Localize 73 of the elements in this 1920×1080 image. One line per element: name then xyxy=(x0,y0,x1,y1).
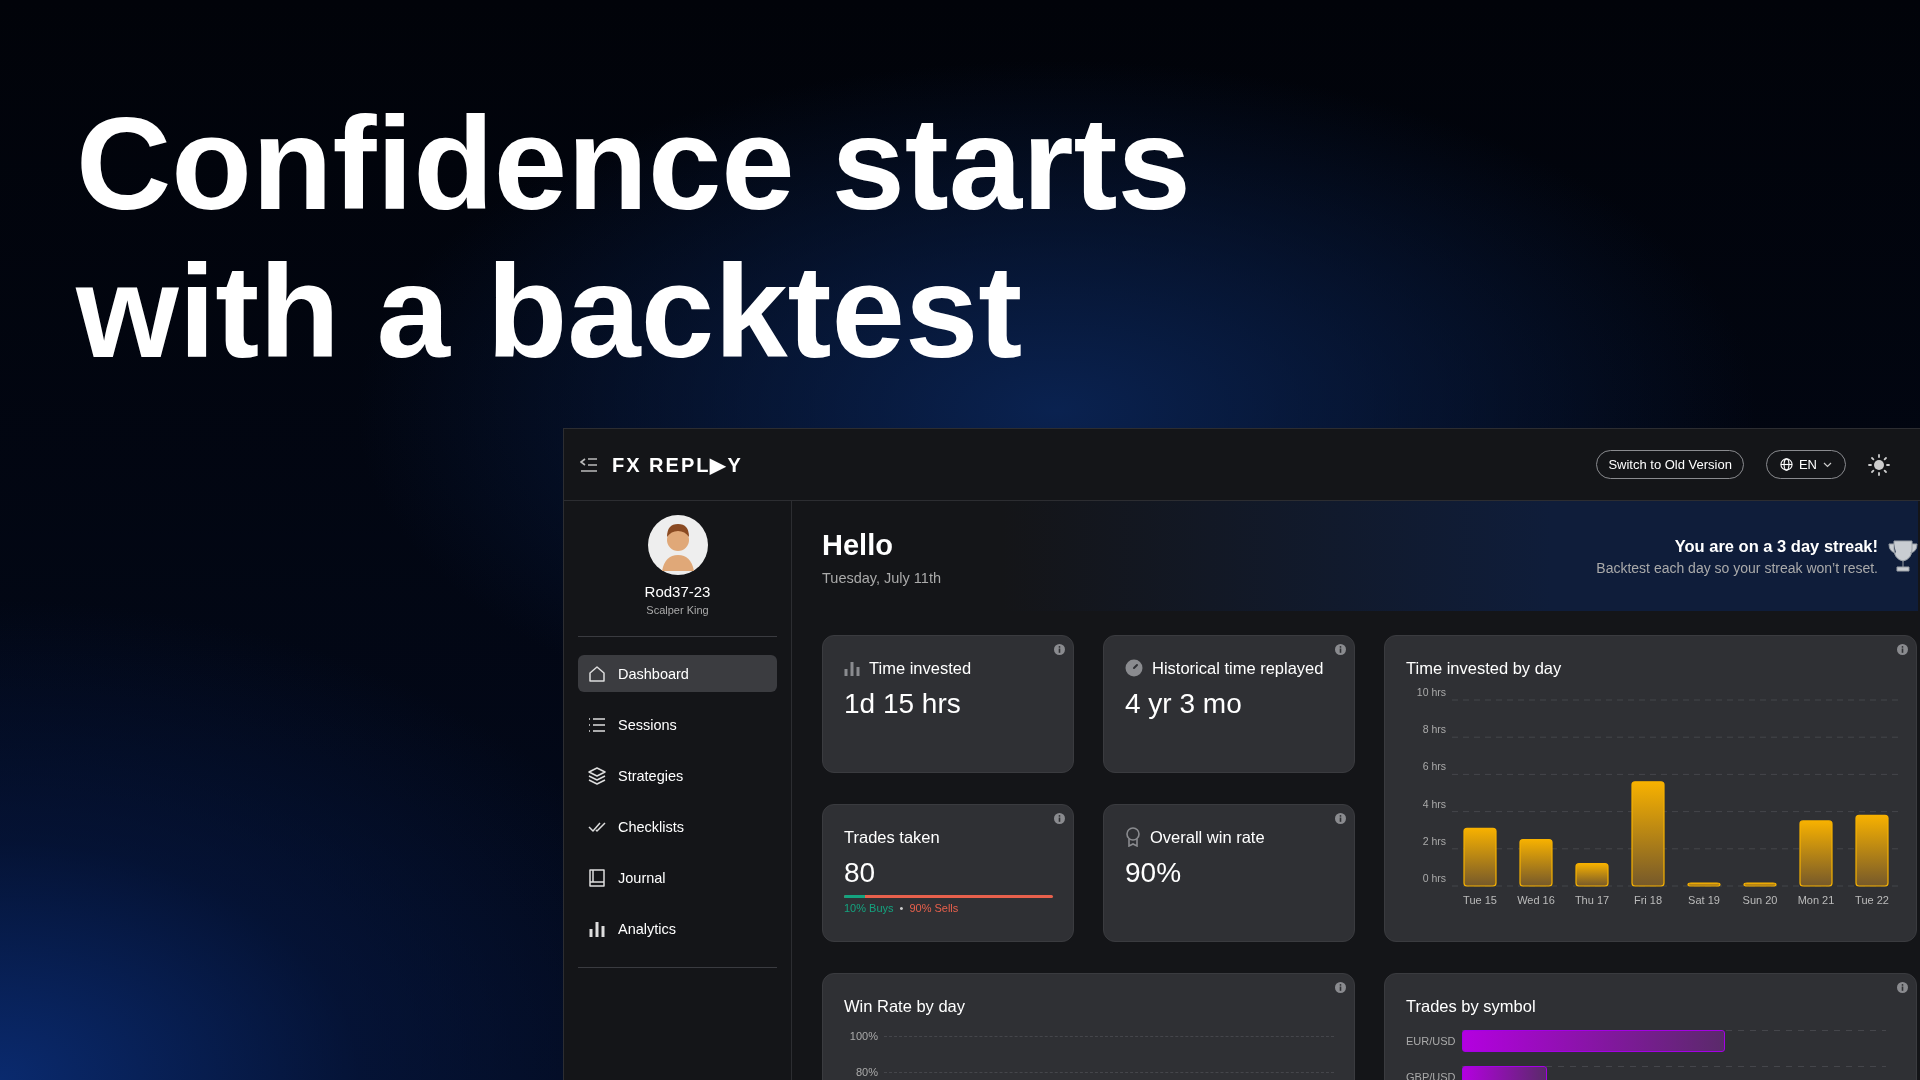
axis-tick-label: 6 hrs xyxy=(1422,760,1446,773)
list-icon xyxy=(588,715,606,734)
stat-title: Trades taken xyxy=(844,827,940,847)
axis-tick-label: Mon 21 xyxy=(1797,894,1835,906)
info-icon[interactable] xyxy=(1897,982,1908,993)
bar-chart-icon xyxy=(844,660,860,676)
nav-item[interactable]: Analytics xyxy=(578,910,777,947)
bar-chart-icon xyxy=(588,919,606,938)
bar xyxy=(1799,820,1833,887)
stat-value: 1d 15 hrs xyxy=(844,688,962,720)
bar xyxy=(1519,838,1553,887)
streak-text: Backtest each day so your streak won’t reset. xyxy=(1596,559,1878,576)
bar xyxy=(1575,863,1609,887)
sun-icon[interactable] xyxy=(1868,453,1890,476)
user-name: Rod37-23 xyxy=(644,583,711,600)
headline: with a backtest xyxy=(76,238,1024,386)
bar xyxy=(1743,882,1777,887)
nav-item[interactable]: Checklists xyxy=(578,808,777,845)
bar xyxy=(1463,827,1497,887)
streak-title: You are on a 3 day streak! xyxy=(1673,536,1878,556)
axis-tick-label: 2 hrs xyxy=(1422,834,1446,847)
chart-title: Trades by symbol xyxy=(1406,996,1536,1016)
axis-tick-label: 8 hrs xyxy=(1422,723,1446,736)
book-icon xyxy=(588,868,606,887)
axis-tick-label: Sun 20 xyxy=(1742,894,1778,906)
axis-tick-label: Thu 17 xyxy=(1574,894,1610,906)
stat-title: Historical time replayed xyxy=(1152,658,1324,678)
chart-title: Time invested by day xyxy=(1406,658,1562,678)
headline: Confidence starts xyxy=(76,90,1192,238)
date-text: Tuesday, July 11th xyxy=(822,570,942,586)
nav-item[interactable]: Dashboard xyxy=(578,655,777,692)
nav-item[interactable]: Strategies xyxy=(578,757,777,794)
axis-tick-label: 100% xyxy=(848,1030,878,1042)
buys-label: 10% Buys xyxy=(844,902,894,914)
info-icon[interactable] xyxy=(1054,813,1065,824)
axis-tick-label: 4 hrs xyxy=(1422,797,1446,810)
stat-title: Overall win rate xyxy=(1150,827,1265,847)
award-icon xyxy=(1125,827,1141,847)
stat-title: Time invested xyxy=(869,658,972,678)
info-icon[interactable] xyxy=(1335,644,1346,655)
home-icon xyxy=(588,664,606,683)
chevron-down-icon xyxy=(1823,461,1832,468)
bar xyxy=(1687,882,1721,887)
greeting-title: Hello xyxy=(822,529,894,562)
stat-value: 4 yr 3 mo xyxy=(1125,688,1243,720)
info-icon[interactable] xyxy=(1054,644,1065,655)
info-icon[interactable] xyxy=(1897,644,1908,655)
nav-item[interactable]: Sessions xyxy=(578,706,777,743)
stat-value: 80 xyxy=(844,857,877,889)
axis-tick-label: Fri 18 xyxy=(1633,894,1663,906)
logo: FX REPL▶Y xyxy=(612,452,743,477)
nav-item[interactable]: Journal xyxy=(578,859,777,896)
stat-value: 90% xyxy=(1125,857,1183,889)
axis-tick-label: Sat 19 xyxy=(1688,894,1720,906)
layers-icon xyxy=(588,766,606,785)
axis-tick-label: Tue 15 xyxy=(1463,894,1497,906)
avatar xyxy=(647,515,708,575)
globe-icon xyxy=(1779,458,1793,471)
symbol-label: EUR/USD xyxy=(1406,1035,1456,1047)
axis-tick-label: 0 hrs xyxy=(1422,872,1446,884)
collapse-menu-icon[interactable] xyxy=(580,457,598,472)
chart-title: Win Rate by day xyxy=(844,996,966,1016)
trophy-icon xyxy=(1888,539,1918,573)
axis-tick-label: 80% xyxy=(854,1066,878,1078)
sells-label: 90% Sells xyxy=(909,902,959,914)
axis-tick-label: Wed 16 xyxy=(1517,894,1555,906)
clock-icon xyxy=(1125,659,1143,677)
separator: • xyxy=(899,902,904,914)
info-icon[interactable] xyxy=(1335,982,1346,993)
axis-tick-label: Tue 22 xyxy=(1855,894,1889,906)
user-rank: Scalper King xyxy=(646,604,709,616)
axis-tick-label: 10 hrs xyxy=(1416,686,1446,698)
info-icon[interactable] xyxy=(1335,813,1346,824)
